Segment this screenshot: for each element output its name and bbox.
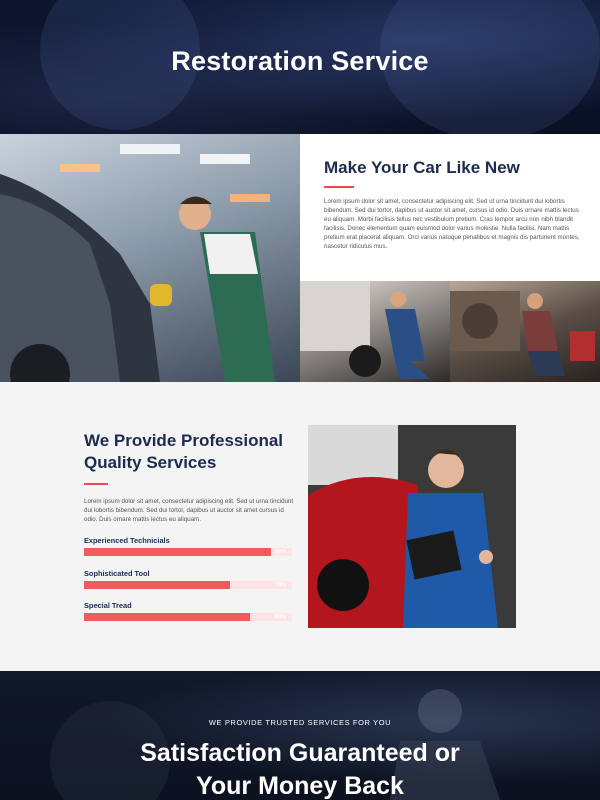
feature-body: Lorem ipsum dolor sit amet, consectetur …	[324, 198, 580, 250]
mechanic-under-car-image	[300, 281, 450, 382]
hero-title: Restoration Service	[171, 46, 429, 76]
skill-label: Sophisticated Tool	[84, 569, 150, 578]
hero-banner: Restoration Service	[0, 0, 600, 134]
skill-item: Sophisticated Tool 70%	[84, 569, 292, 589]
skill-progress-fill	[84, 581, 230, 589]
guarantee-title-line2: Your Money Back	[196, 772, 404, 800]
skill-item: Special Tread 80%	[84, 601, 292, 621]
title-accent-divider	[324, 186, 354, 188]
services-body: Lorem ipsum dolor sit amet, consectetur …	[84, 498, 294, 523]
feature-text-block: Make Your Car Like New Lorem ipsum dolor…	[300, 134, 600, 281]
mechanic-engine-repair-image	[450, 281, 600, 382]
skill-item: Experienced Technicials 90%	[84, 536, 292, 556]
guarantee-banner: WE PROVIDE TRUSTED SERVICES FOR YOU Sati…	[0, 671, 600, 800]
title-accent-divider	[84, 483, 108, 485]
skill-label: Special Tread	[84, 601, 132, 610]
guarantee-title: Satisfaction Guaranteed or Your Money Ba…	[0, 737, 600, 800]
skill-progress-track: 90%	[84, 548, 292, 556]
mechanic-with-clipboard-image	[308, 425, 516, 628]
skill-progress-track: 80%	[84, 613, 292, 621]
guarantee-title-line1: Satisfaction Guaranteed or	[140, 739, 460, 767]
services-section: We Provide Professional Quality Services…	[0, 382, 600, 671]
feature-title: Make Your Car Like New	[324, 158, 520, 177]
feature-section: Make Your Car Like New Lorem ipsum dolor…	[0, 134, 600, 382]
services-title: We Provide Professional Quality Services	[84, 431, 284, 472]
skill-percent: 90%	[274, 549, 286, 555]
skill-percent: 80%	[274, 614, 286, 620]
skill-progress-fill	[84, 613, 251, 621]
skill-label: Experienced Technicials	[84, 536, 170, 545]
guarantee-eyebrow: WE PROVIDE TRUSTED SERVICES FOR YOU	[208, 718, 392, 727]
mechanic-polishing-car-image	[0, 134, 300, 382]
skill-progress-fill	[84, 548, 272, 556]
skill-percent: 70%	[274, 582, 286, 588]
skill-progress-track: 70%	[84, 581, 292, 589]
